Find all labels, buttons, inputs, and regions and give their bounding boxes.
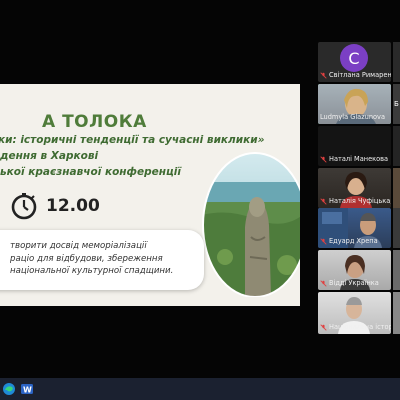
participant-name: Наталі Манекова	[320, 155, 388, 163]
svg-text:W: W	[23, 386, 32, 395]
participant-tile-svitlana[interactable]: С Світлана Римаренко	[318, 42, 391, 82]
mic-muted-icon	[320, 237, 327, 245]
participant-tile-partial[interactable]	[393, 250, 400, 290]
participant-tile-viddi[interactable]: Відді Українка	[318, 250, 391, 290]
windows-taskbar: W	[0, 378, 400, 400]
participant-tile-partial[interactable]	[393, 292, 400, 334]
quote-line-2: раціо для відбудови, збереження	[10, 253, 163, 264]
quote-box: творити досвід меморіалізації раціо для …	[0, 230, 204, 290]
clock-icon	[10, 192, 38, 220]
slide-subtitle-line-3: ької краєзнавчої конференції	[0, 166, 181, 178]
participant-tile-ludmyla[interactable]: Ludmyla Glazunova	[318, 84, 391, 124]
quote-line-1: творити досвід меморіалізації	[10, 241, 147, 251]
partial-tile-letter: Б	[394, 100, 399, 108]
participant-tile-natali[interactable]: Наталі Манекова	[318, 126, 391, 166]
participant-tile-partial[interactable]	[393, 208, 400, 248]
slide-subtitle-line-2: дення в Харкові	[0, 150, 99, 162]
event-time: 12.00	[46, 196, 100, 216]
shared-presentation-slide: А ТОЛОКА ки: історичні тенденції та суча…	[0, 84, 300, 306]
meeting-screen: А ТОЛОКА ки: історичні тенденції та суча…	[0, 0, 400, 400]
monument-landscape-image	[195, 147, 300, 298]
participant-name: Світлана Римаренко	[320, 71, 391, 79]
quote-line-3: національної культурної спадщини.	[10, 266, 174, 276]
participant-name: Едуард Хрепа	[320, 237, 378, 245]
participant-tile-partial[interactable]	[393, 42, 400, 82]
participant-name: Національна історичн...	[320, 323, 391, 331]
participant-tile-natalia[interactable]: Наталія Чуфіцька, Ка...	[318, 168, 391, 208]
mic-muted-icon	[320, 197, 327, 205]
mic-muted-icon	[320, 155, 327, 163]
participant-tile-partial[interactable]	[393, 126, 400, 166]
mic-muted-icon	[320, 279, 327, 287]
participant-tile-partial[interactable]: Б	[393, 84, 400, 124]
participant-name: Відді Українка	[320, 279, 379, 287]
participant-name: Наталія Чуфіцька, Ка...	[320, 197, 391, 205]
edge-browser-icon[interactable]	[2, 382, 16, 396]
participant-tile-partial[interactable]	[393, 168, 400, 208]
slide-subtitle-line-1: ки: історичні тенденції та сучасні викли…	[0, 134, 265, 146]
word-icon[interactable]: W	[20, 382, 34, 396]
mic-muted-icon	[320, 323, 327, 331]
slide-title: А ТОЛОКА	[42, 112, 147, 132]
avatar: С	[340, 44, 368, 72]
mic-muted-icon	[320, 71, 327, 79]
participant-name: Ludmyla Glazunova	[320, 113, 385, 121]
participant-tile-eduard[interactable]: Едуард Хрепа	[318, 208, 391, 248]
participant-tile-national-history[interactable]: Національна історичн...	[318, 292, 391, 334]
